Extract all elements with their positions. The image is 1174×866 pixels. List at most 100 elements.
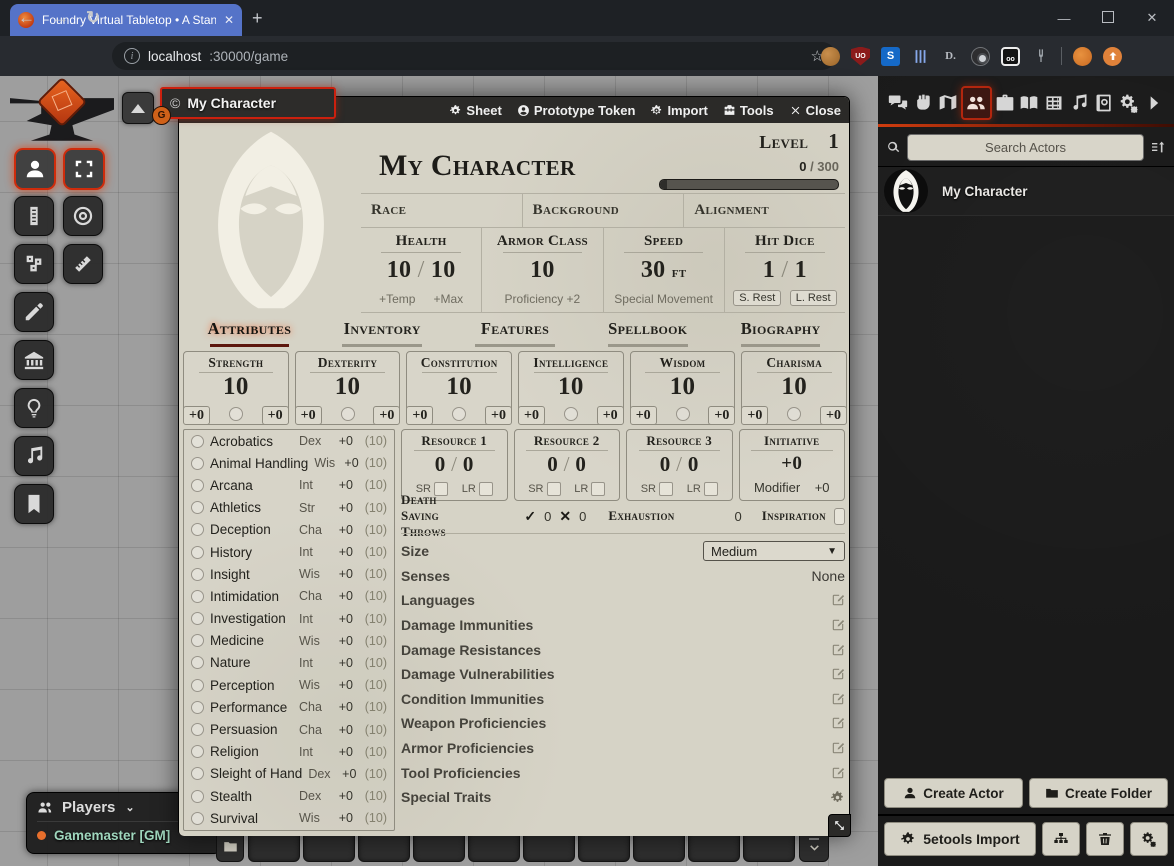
settings-button[interactable]: [1130, 822, 1168, 856]
actor-entry[interactable]: My Character: [878, 167, 1174, 216]
trait-edit-button[interactable]: [831, 643, 845, 657]
exhaustion-value[interactable]: 0: [735, 509, 742, 524]
skill-name[interactable]: Arcana: [210, 478, 293, 493]
skill-name[interactable]: Persuasion: [210, 722, 293, 737]
sliders-icon[interactable]: [911, 47, 930, 66]
hit-dice-cell[interactable]: Hit Dice 1 / 1 S. Rest L. Rest: [725, 228, 845, 312]
skill-row[interactable]: Performance Cha +0 (10): [184, 696, 394, 718]
skill-row[interactable]: Intimidation Cha +0 (10): [184, 585, 394, 607]
ability-block[interactable]: Strength 10 +0 +0: [183, 351, 289, 425]
skill-name[interactable]: Stealth: [210, 789, 293, 804]
ability-save-mod[interactable]: +0: [741, 406, 768, 425]
xp-text[interactable]: 0 / 300: [799, 159, 839, 174]
5etools-import-button[interactable]: 5etools Import: [884, 822, 1036, 856]
speed-value[interactable]: 30: [641, 257, 666, 283]
skill-row[interactable]: History Int +0 (10): [184, 541, 394, 563]
skill-proficiency-radio[interactable]: [191, 634, 204, 647]
death-save-failure-count[interactable]: 0: [579, 509, 586, 524]
resource-block[interactable]: Resource 1 0 / 0 SRLR: [401, 429, 508, 501]
sr-checkbox[interactable]: [547, 482, 561, 496]
ability-modifier[interactable]: +0: [597, 406, 624, 425]
tool-lighting-button[interactable]: [14, 388, 54, 428]
skill-proficiency-radio[interactable]: [191, 723, 204, 736]
skill-proficiency-radio[interactable]: [191, 767, 204, 780]
skill-name[interactable]: Athletics: [210, 500, 293, 515]
ability-save-mod[interactable]: +0: [630, 406, 657, 425]
hit-dice-current[interactable]: 1: [763, 257, 775, 283]
ability-proficiency-radio[interactable]: [229, 407, 243, 421]
skill-proficiency-radio[interactable]: [191, 546, 204, 559]
sidebar-collapse-button[interactable]: [1141, 88, 1166, 118]
special-traits-config-button[interactable]: [830, 790, 845, 805]
sheet-tab[interactable]: Biography: [714, 319, 847, 347]
folder-tree-button[interactable]: [1042, 822, 1080, 856]
sheet-tab[interactable]: Attributes: [183, 319, 316, 347]
skill-row[interactable]: Animal Handling Wis +0 (10): [184, 452, 394, 474]
ability-save-mod[interactable]: +0: [183, 406, 210, 425]
ability-save-mod[interactable]: +0: [406, 406, 433, 425]
skill-proficiency-radio[interactable]: [191, 501, 204, 514]
skill-proficiency-radio[interactable]: [191, 590, 204, 603]
ability-save-mod[interactable]: +0: [295, 406, 322, 425]
tab-chat[interactable]: [886, 88, 911, 118]
detail-field[interactable]: Background: [523, 194, 685, 227]
hit-dice-max[interactable]: 1: [795, 257, 807, 283]
scene-nav-item[interactable]: © My Character G: [160, 87, 336, 119]
sort-icon[interactable]: [1150, 139, 1166, 155]
skill-row[interactable]: Deception Cha +0 (10): [184, 519, 394, 541]
close-sheet-button[interactable]: Close: [789, 103, 841, 118]
skill-proficiency-radio[interactable]: [191, 612, 204, 625]
tab-playlists[interactable]: [1067, 88, 1092, 118]
ability-modifier[interactable]: +0: [708, 406, 735, 425]
delete-button[interactable]: [1086, 822, 1124, 856]
resource-block[interactable]: Resource 3 0 / 0 SRLR: [626, 429, 733, 501]
health-cell[interactable]: Health 10 / 10 +Temp+Max: [361, 228, 482, 312]
trait-edit-button[interactable]: [831, 741, 845, 755]
skill-row[interactable]: Arcana Int +0 (10): [184, 474, 394, 496]
tab-actors[interactable]: [961, 86, 993, 120]
speed-cell[interactable]: Speed 30 ft Special Movement: [604, 228, 725, 312]
lr-checkbox[interactable]: [479, 482, 493, 496]
skill-proficiency-radio[interactable]: [191, 479, 204, 492]
death-save-success-icon[interactable]: ✓: [524, 508, 536, 525]
special-movement-label[interactable]: Special Movement: [614, 292, 713, 306]
skill-row[interactable]: Persuasion Cha +0 (10): [184, 718, 394, 740]
url-bar[interactable]: i localhost:30000/game ☆: [112, 42, 836, 70]
skill-name[interactable]: Survival: [210, 811, 293, 826]
tool-draw-button[interactable]: [14, 292, 54, 332]
ability-save-mod[interactable]: +0: [518, 406, 545, 425]
skill-proficiency-radio[interactable]: [191, 701, 204, 714]
tool-select-token-button[interactable]: [14, 148, 56, 190]
skill-row[interactable]: Perception Wis +0 (10): [184, 674, 394, 696]
tab-journal[interactable]: [1017, 88, 1042, 118]
trait-edit-button[interactable]: [831, 766, 845, 780]
skill-row[interactable]: Sleight of Hand Dex +0 (10): [184, 763, 394, 785]
detail-field[interactable]: Race: [361, 194, 523, 227]
skill-name[interactable]: Nature: [210, 655, 293, 670]
tab-items[interactable]: [992, 88, 1017, 118]
skill-row[interactable]: Athletics Str +0 (10): [184, 497, 394, 519]
skill-row[interactable]: Insight Wis +0 (10): [184, 563, 394, 585]
resource-block[interactable]: Resource 2 0 / 0 SRLR: [514, 429, 621, 501]
scene-nav-collapse-button[interactable]: [122, 92, 154, 124]
ability-score[interactable]: 10: [631, 374, 735, 400]
ability-score[interactable]: 10: [184, 374, 288, 400]
update-arrow-icon[interactable]: [1103, 47, 1122, 66]
skill-proficiency-radio[interactable]: [191, 457, 204, 470]
ability-modifier[interactable]: +0: [485, 406, 512, 425]
ability-score[interactable]: 10: [296, 374, 400, 400]
skill-proficiency-radio[interactable]: [191, 656, 204, 669]
tool-sounds-button[interactable]: [14, 436, 54, 476]
skill-name[interactable]: Investigation: [210, 611, 293, 626]
hp-current[interactable]: 10: [387, 257, 412, 283]
ability-modifier[interactable]: +0: [820, 406, 847, 425]
skill-row[interactable]: Religion Int +0 (10): [184, 741, 394, 763]
hp-max[interactable]: 10: [431, 257, 456, 283]
skill-name[interactable]: Insight: [210, 567, 293, 582]
armor-class-cell[interactable]: Armor Class 10 Proficiency +2: [482, 228, 603, 312]
tool-walls-button[interactable]: [14, 340, 54, 380]
lr-checkbox[interactable]: [591, 482, 605, 496]
lr-checkbox[interactable]: [704, 482, 718, 496]
lens-icon[interactable]: [971, 47, 990, 66]
inspiration-checkbox[interactable]: [834, 508, 845, 525]
